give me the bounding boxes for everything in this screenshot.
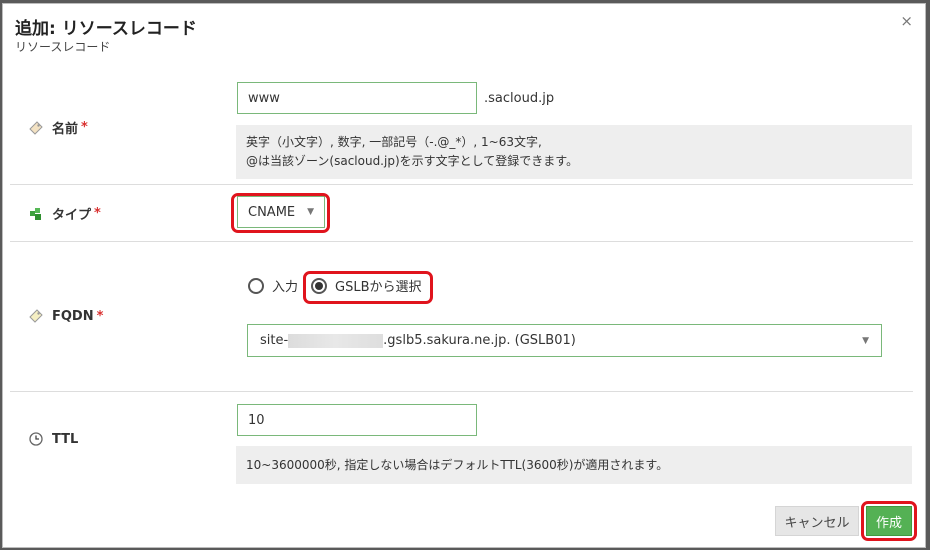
redacted-text (288, 333, 384, 348)
close-icon[interactable]: × (900, 12, 913, 30)
name-help: 英字（小文字）, 数字, 一部記号（-.@_*）, 1~63文字, @は当該ゾー… (236, 125, 912, 179)
dialog-subtitle: リソースレコード (15, 40, 111, 54)
tag-icon (28, 120, 44, 136)
name-input-value: www (248, 90, 280, 106)
radio-input[interactable] (248, 277, 264, 294)
chevron-down-icon: ▼ (862, 335, 869, 346)
highlight-create-button (861, 501, 917, 541)
divider (10, 391, 913, 392)
name-label: 名前 * (28, 118, 88, 137)
name-input[interactable]: www (237, 82, 477, 114)
puzzle-icon (28, 206, 44, 222)
dialog-title: 追加: リソースレコード (15, 19, 197, 39)
highlight-gslb-radio (303, 271, 433, 304)
gslb-select[interactable]: site- .gslb5.sakura.ne.jp. (GSLB01) ▼ (247, 324, 882, 357)
cancel-button[interactable]: キャンセル (775, 506, 859, 536)
divider (10, 184, 913, 185)
highlight-type-select (231, 193, 330, 233)
tag-icon (28, 308, 44, 324)
fqdn-label: FQDN * (28, 308, 103, 324)
ttl-input[interactable]: 10 (237, 404, 477, 436)
type-label: タイプ * (28, 204, 101, 223)
clock-icon (28, 431, 44, 447)
divider (10, 241, 913, 242)
ttl-help: 10~3600000秒, 指定しない場合はデフォルトTTL(3600秒)が適用さ… (236, 446, 912, 484)
ttl-label: TTL (28, 431, 78, 447)
radio-input-option[interactable]: 入力 (248, 276, 298, 295)
domain-suffix: .sacloud.jp (484, 91, 555, 106)
